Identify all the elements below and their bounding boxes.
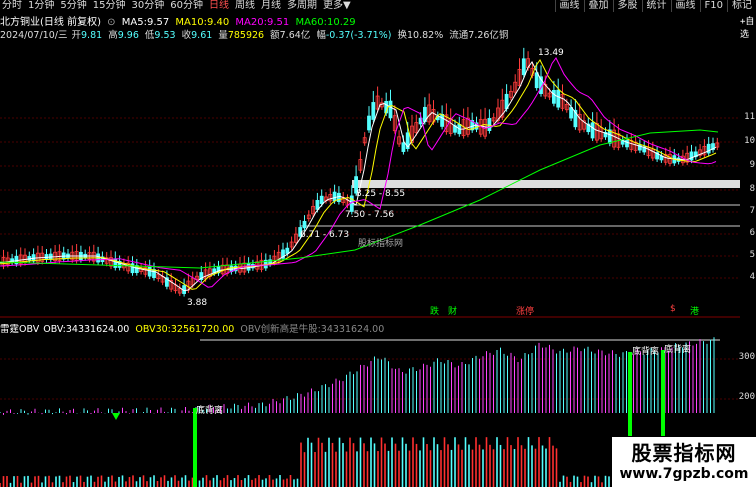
axis-tick-4: 7 [749, 206, 755, 216]
obv-title-line: 雷霆OBV OBV:34331624.00 OBV30:32561720.00 … [0, 321, 387, 335]
candle-66 [285, 247, 290, 254]
candle-90 [388, 100, 393, 119]
candle-86 [371, 102, 376, 120]
range-label-3: 6.71 - 6.73 [300, 230, 350, 240]
axis-tick-1: 10 [744, 136, 755, 146]
ma20-line [0, 57, 717, 288]
candle-26 [113, 258, 118, 268]
candle-113 [487, 118, 492, 131]
chart-watermark: 股标指标网 [358, 239, 404, 249]
candle-160 [689, 151, 694, 161]
candle-77 [332, 191, 337, 202]
watermark-url: www.7gpzb.com [619, 466, 749, 482]
event-marker-4[interactable]: $ [670, 304, 676, 314]
candle-34 [147, 266, 152, 277]
obv-label: OBV: [43, 324, 66, 335]
candle-85 [367, 115, 371, 131]
watermark-title: 股票指标网 [631, 441, 737, 465]
axis-tick-6: 5 [749, 250, 755, 260]
obv-value: 34331624.00 [65, 324, 130, 335]
event-marker-2[interactable]: 财 [448, 304, 457, 317]
axis-tick-3: 8 [749, 184, 755, 194]
ma10-line [0, 59, 717, 290]
divergence-bar-1 [193, 408, 197, 487]
candle-93 [401, 142, 406, 152]
divergence-bar-2 [628, 352, 632, 436]
event-marker-1[interactable]: 跌 [430, 304, 439, 317]
axis-tick-9: 200 [738, 392, 755, 402]
obv-new-high-label: OBV创新高是牛股: [240, 324, 321, 335]
divergence-bar-3 [661, 350, 665, 436]
candle-128 [552, 89, 556, 104]
obv30-value: 32561720.00 [170, 324, 235, 335]
range-label-2: 7.50 - 7.56 [345, 210, 395, 220]
candle-102 [440, 113, 445, 127]
candle-35 [152, 269, 156, 279]
event-marker-3[interactable]: 涨停 [516, 304, 534, 317]
site-watermark: 股票指标网 www.7gpzb.com [612, 437, 756, 487]
range-label-1: 8.25 - 8.55 [356, 189, 406, 199]
candle-74 [319, 195, 324, 205]
high-price-label: 13.49 [538, 48, 564, 58]
divergence-label-2: 底背离 [632, 347, 660, 357]
low-price-label: 3.88 [187, 298, 208, 308]
support-band-1 [352, 180, 740, 188]
event-marker-5[interactable]: 港 [690, 304, 699, 317]
down-arrow-1 [112, 413, 120, 420]
add-watchlist-button[interactable]: +自选 [740, 14, 756, 40]
candle-132 [569, 107, 573, 119]
divergence-label-1: 底背离 [196, 406, 224, 416]
price-axis: +自选 11 10 9 8 7 6 5 4 300 200 [738, 0, 756, 487]
divergence-label-3: 底背离 [664, 345, 692, 355]
axis-tick-5: 6 [749, 228, 755, 238]
axis-tick-7: 4 [749, 272, 755, 282]
obv30-label: OBV30: [135, 324, 171, 335]
axis-tick-0: 11 [744, 112, 755, 122]
obv-indicator-name[interactable]: 雷霆OBV [0, 324, 39, 335]
candle-73 [315, 200, 320, 210]
candle-121 [521, 58, 526, 76]
candle-129 [556, 89, 561, 108]
obv-new-high-value: 34331624.00 [320, 324, 385, 335]
candle-70 [302, 220, 307, 229]
axis-tick-8: 300 [738, 352, 755, 362]
axis-tick-2: 9 [749, 160, 755, 170]
candle-137 [590, 122, 595, 139]
candle-124 [534, 72, 539, 89]
